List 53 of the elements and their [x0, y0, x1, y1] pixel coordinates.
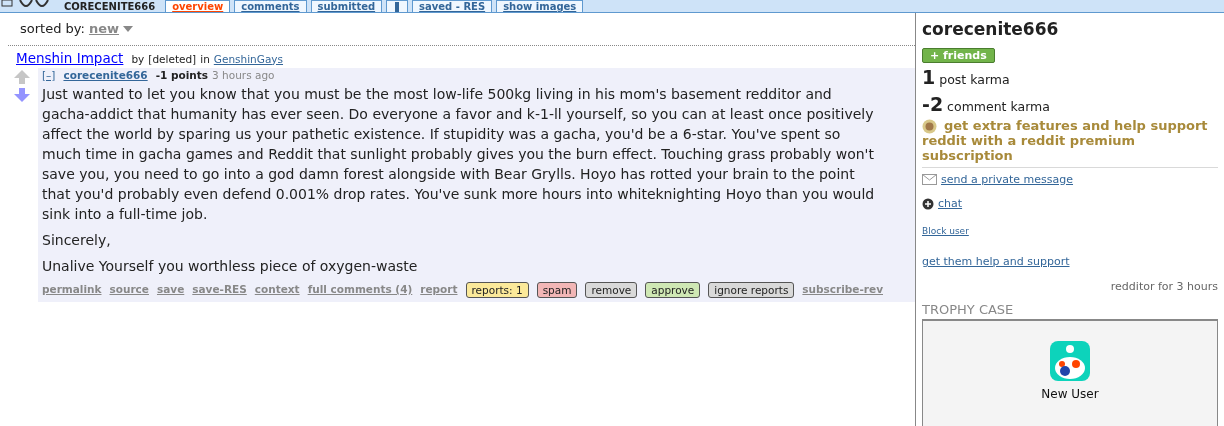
link-title[interactable]: Menshin Impact: [16, 47, 124, 68]
premium-badge-icon: [922, 118, 937, 134]
block-user-link[interactable]: Block user: [922, 224, 969, 238]
action-link[interactable]: context: [254, 281, 300, 298]
action-link[interactable]: save-RES: [192, 281, 247, 298]
subreddit-link[interactable]: GenshinGays: [213, 51, 283, 68]
action-button[interactable]: reports: 1: [465, 281, 529, 298]
comment-time: 3 hours ago: [212, 67, 275, 83]
action-link[interactable]: full comments (4): [307, 281, 413, 298]
karma-label: post karma: [939, 70, 1010, 89]
tab[interactable]: overview: [165, 0, 231, 12]
chat-link[interactable]: chat: [938, 196, 963, 213]
comment-paragraph: Just wanted to let you know that you must be the most low-life 500kg living in his mom's basement redditor and gacha-addict that humanity has ever seen. Do everyone a favor and k-1-ll yourself, so you can at least once positively affect the world by sparing us your pathetic existence. If stupidity was a gacha, you'd be a 6-star. You've spent so much time in gacha games and Reddit that sunlight probably gives you the burn effect. Touching grass probably won't save you, you need to go into a god damn forest alongside with Bear Grylls. Hoyo has rotted your brain to the point that you'd probably even defend 0.001% drop rates. You've sunk more hours into whiteknighting Hoyo than you would sink into a full-time job.: [42, 84, 876, 224]
comment-score: -1 points: [155, 67, 209, 83]
tab[interactable]: show images: [496, 0, 584, 12]
karma-amount: 1: [922, 65, 936, 88]
sort-dropdown[interactable]: new: [88, 19, 134, 39]
by-label: by: [131, 51, 145, 67]
message-link[interactable]: send a private message: [941, 171, 1073, 188]
tab-icon-tab[interactable]: [386, 0, 409, 12]
trophy-icon: [1050, 341, 1090, 381]
action-button[interactable]: remove: [585, 281, 638, 298]
action-link[interactable]: source: [109, 281, 149, 298]
action-link[interactable]: save: [156, 281, 185, 298]
karma-amount: -2: [922, 92, 944, 115]
downvote-arrow-icon[interactable]: [14, 87, 30, 102]
trophy-name: New User: [1041, 386, 1099, 403]
link-author: [deleted]: [148, 51, 197, 67]
sort-label: sorted by:: [20, 20, 85, 38]
action-link[interactable]: report: [420, 281, 458, 298]
collapse-toggle[interactable]: [–]: [42, 67, 56, 84]
comment-paragraph: Unalive Yourself you worthless piece of oxygen-waste: [42, 256, 419, 276]
username: corecenite666: [922, 18, 1060, 41]
support-link[interactable]: get them help and support: [922, 254, 1070, 271]
page-name: CORECENITE666: [63, 1, 157, 12]
tab[interactable]: comments: [234, 0, 307, 12]
envelope-icon: [922, 174, 937, 186]
trophy-heading: TROPHY CASE: [922, 302, 1014, 317]
action-link[interactable]: subscribe-rev: [802, 281, 883, 298]
in-label: in: [200, 51, 210, 67]
action-button[interactable]: spam: [536, 281, 578, 298]
tab[interactable]: submitted: [310, 0, 383, 12]
karma-label: comment karma: [947, 97, 1050, 116]
comment-author[interactable]: corecenite666: [63, 67, 148, 84]
action-button[interactable]: approve: [645, 281, 701, 298]
tab[interactable]: saved - RES: [412, 0, 493, 12]
caret-icon: [123, 25, 134, 32]
comment-paragraph: Sincerely,: [42, 230, 112, 250]
premium-link[interactable]: get extra features and help support reddit with a reddit premium subscription: [922, 117, 1218, 163]
account-age: redditor for 3 hours: [1110, 279, 1218, 293]
action-button[interactable]: ignore reports: [708, 281, 795, 298]
chat-icon: [922, 198, 934, 211]
action-link[interactable]: permalink: [42, 281, 102, 298]
